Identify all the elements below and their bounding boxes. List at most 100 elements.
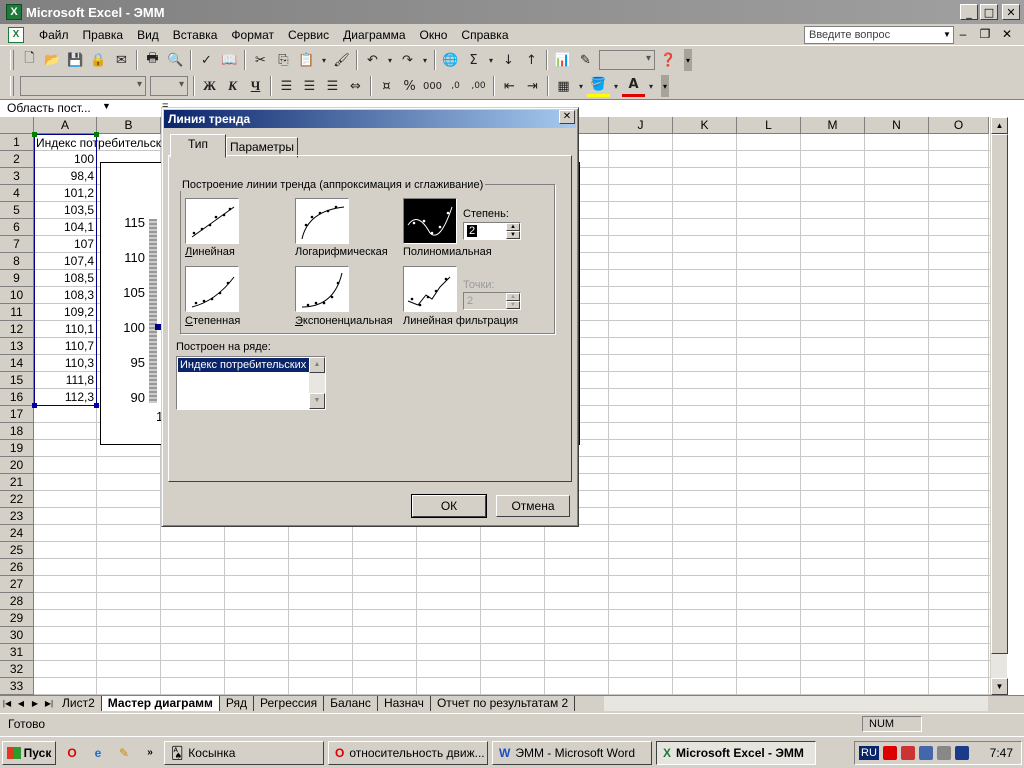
merge-center-icon[interactable]: ⇔ (344, 75, 367, 97)
save-icon[interactable]: 💾 (64, 49, 87, 71)
tray-icon[interactable] (954, 746, 969, 760)
currency-icon[interactable]: ¤ (375, 75, 398, 97)
decrease-decimal-icon[interactable]: ,00 (467, 75, 490, 97)
workbook-icon[interactable]: X (8, 26, 24, 43)
selection-handle[interactable] (94, 403, 99, 408)
cell-value[interactable]: 107 (35, 236, 96, 253)
print-icon[interactable]: 🖶 (141, 49, 164, 71)
row-header[interactable]: 18 (0, 423, 34, 440)
menu-chart[interactable]: Диаграмма (336, 25, 412, 45)
row-header[interactable]: 19 (0, 440, 34, 457)
help-icon[interactable]: ❓ (657, 49, 680, 71)
start-button[interactable]: Пуск (2, 740, 56, 765)
hyperlink-icon[interactable]: 🌐 (439, 49, 462, 71)
last-sheet-icon[interactable]: ▶| (42, 699, 56, 708)
cell-value[interactable]: 112,3 (35, 389, 96, 406)
bold-icon[interactable]: Ж (198, 75, 221, 97)
series-listbox[interactable]: Индекс потребительских цен ▲ ▼ (176, 356, 326, 410)
next-sheet-icon[interactable]: ▶ (28, 699, 42, 708)
permission-icon[interactable]: 🔒 (87, 49, 110, 71)
ok-button[interactable]: ОК (411, 494, 487, 518)
row-header[interactable]: 1 (0, 134, 34, 151)
font-name-combo[interactable] (20, 76, 146, 96)
row-header[interactable]: 9 (0, 270, 34, 287)
column-header[interactable]: O (929, 117, 989, 134)
cell-value[interactable]: 98,4 (35, 168, 96, 185)
toolbar-grip[interactable] (10, 76, 14, 96)
horizontal-scrollbar[interactable] (604, 696, 988, 711)
sheet-tab[interactable]: Регрессия (254, 696, 325, 711)
chart-wizard-icon[interactable]: 📊 (551, 49, 574, 71)
series-list-item[interactable]: Индекс потребительских цен (178, 358, 310, 372)
browser-icon[interactable]: e (88, 743, 108, 763)
degree-spinner[interactable]: 2 ▲ ▼ (463, 222, 521, 240)
chevron-down-icon[interactable]: ▾ (575, 75, 587, 97)
trend-poly-option[interactable] (403, 198, 457, 244)
row-header[interactable]: 27 (0, 576, 34, 593)
row-header[interactable]: 17 (0, 406, 34, 423)
column-header[interactable]: A (34, 117, 97, 134)
row-header[interactable]: 11 (0, 304, 34, 321)
selection-handle[interactable] (32, 403, 37, 408)
row-header[interactable]: 30 (0, 627, 34, 644)
align-center-icon[interactable]: ☰ (298, 75, 321, 97)
row-header[interactable]: 15 (0, 372, 34, 389)
menu-edit[interactable]: Правка (76, 25, 131, 45)
cell-a1[interactable]: Индекс потребительских цен (36, 135, 176, 152)
trend-linear-option[interactable] (185, 198, 239, 244)
first-sheet-icon[interactable]: |◀ (0, 699, 14, 708)
scroll-thumb[interactable] (991, 134, 1008, 654)
paste-icon[interactable]: 📋 (295, 49, 318, 71)
name-box[interactable]: Область пост... (2, 100, 114, 117)
row-header[interactable]: 12 (0, 321, 34, 338)
row-header[interactable]: 3 (0, 168, 34, 185)
autosum-icon[interactable]: Σ (462, 49, 485, 71)
row-header[interactable]: 33 (0, 678, 34, 695)
align-right-icon[interactable]: ☰ (321, 75, 344, 97)
row-header[interactable]: 4 (0, 185, 34, 202)
chevron-down-icon[interactable]: ▾ (485, 49, 497, 71)
column-header[interactable]: K (673, 117, 737, 134)
cell-value[interactable]: 111,8 (35, 372, 96, 389)
zoom-combo[interactable] (599, 50, 655, 70)
selected-axis[interactable] (149, 219, 157, 403)
close-icon[interactable]: ✕ (559, 110, 575, 124)
row-header[interactable]: 26 (0, 559, 34, 576)
cell-value[interactable]: 110,7 (35, 338, 96, 355)
row-header[interactable]: 22 (0, 491, 34, 508)
font-color-icon[interactable]: A (622, 75, 645, 97)
vertical-scrollbar[interactable]: ▲ ▼ (990, 117, 1008, 695)
cut-icon[interactable]: ✂ (249, 49, 272, 71)
sort-descending-icon[interactable]: ↑ (520, 49, 543, 71)
more-icon[interactable]: » (140, 743, 160, 763)
network-icon[interactable] (918, 746, 933, 760)
scroll-down-button[interactable]: ▼ (991, 678, 1008, 695)
column-header[interactable]: M (801, 117, 865, 134)
language-indicator[interactable]: RU (859, 746, 879, 760)
opera-tray-icon[interactable] (882, 746, 897, 760)
trend-ma-option[interactable] (403, 266, 457, 312)
row-header[interactable]: 10 (0, 287, 34, 304)
menu-insert[interactable]: Вставка (166, 25, 225, 45)
row-header[interactable]: 32 (0, 661, 34, 678)
research-icon[interactable]: 📖 (218, 49, 241, 71)
doc-close-button[interactable]: ✕ (999, 27, 1015, 41)
cancel-button[interactable]: Отмена (496, 495, 570, 517)
row-header[interactable]: 5 (0, 202, 34, 219)
borders-icon[interactable]: ▦ (552, 75, 575, 97)
close-window-button[interactable]: ✕ (1002, 4, 1020, 20)
doc-minimize-button[interactable]: – (955, 27, 971, 41)
column-header[interactable]: B (97, 117, 161, 134)
toolbar-options-icon[interactable]: ▾ (661, 75, 669, 97)
spelling-icon[interactable]: ✓ (195, 49, 218, 71)
tab-type[interactable]: Тип (170, 134, 226, 158)
increase-decimal-icon[interactable]: ,0 (444, 75, 467, 97)
trend-log-option[interactable] (295, 198, 349, 244)
redo-icon[interactable]: ↷ (396, 49, 419, 71)
row-header[interactable]: 21 (0, 474, 34, 491)
drawing-icon[interactable]: ✎ (574, 49, 597, 71)
fill-color-icon[interactable]: 🪣 (587, 75, 610, 97)
spin-down-icon[interactable]: ▼ (506, 231, 520, 239)
task-excel[interactable]: X Microsoft Excel - ЭММ (656, 740, 816, 765)
trend-power-option[interactable] (185, 266, 239, 312)
